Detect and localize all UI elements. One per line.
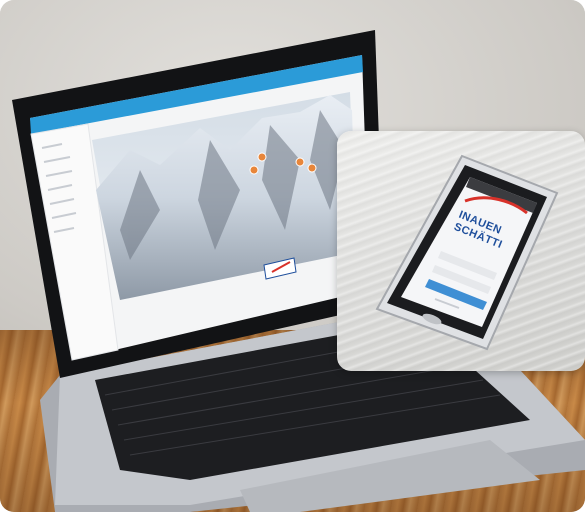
product-photo: INAUEN SCHÄTTI (0, 0, 585, 512)
phone-icon: INAUEN SCHÄTTI (375, 154, 559, 351)
phone-inset-card: INAUEN SCHÄTTI (337, 131, 585, 371)
